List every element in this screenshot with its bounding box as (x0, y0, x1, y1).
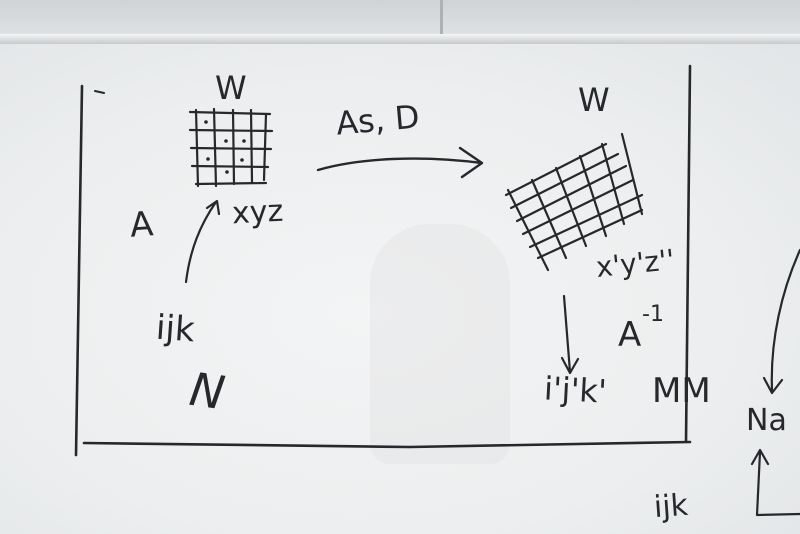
label-ijk-right: i'j'k' (543, 369, 608, 411)
whiteboard-photo: W A xyz ijk N As, D W x'y'z'' A -1 i'j'k… (0, 0, 800, 534)
far-right-arrow (762, 248, 800, 395)
label-w-right: W (578, 81, 610, 119)
label-inverse-exponent: -1 (642, 302, 664, 327)
left-grid (188, 107, 274, 188)
bottom-right-axis (750, 448, 800, 517)
label-ijk-left: ijk (154, 307, 196, 351)
label-xyz-right: x'y'z'' (594, 242, 677, 285)
label-xyz-left: xyz (231, 193, 285, 232)
box-top-tick (94, 90, 105, 94)
label-a-left: A (128, 204, 155, 246)
label-na-right: Na (746, 403, 787, 438)
label-ijk-bottom: ijk (652, 487, 690, 526)
whiteboard-drawing (74, 64, 800, 517)
label-transform: As, D (334, 97, 422, 143)
label-mm: MM (652, 371, 711, 411)
transform-arrow (316, 146, 484, 179)
label-w-left: W (215, 69, 247, 107)
label-a-inverse: A (618, 315, 642, 355)
down-arrow (560, 294, 580, 375)
up-arrow (184, 199, 221, 284)
label-n-left: N (186, 361, 229, 421)
